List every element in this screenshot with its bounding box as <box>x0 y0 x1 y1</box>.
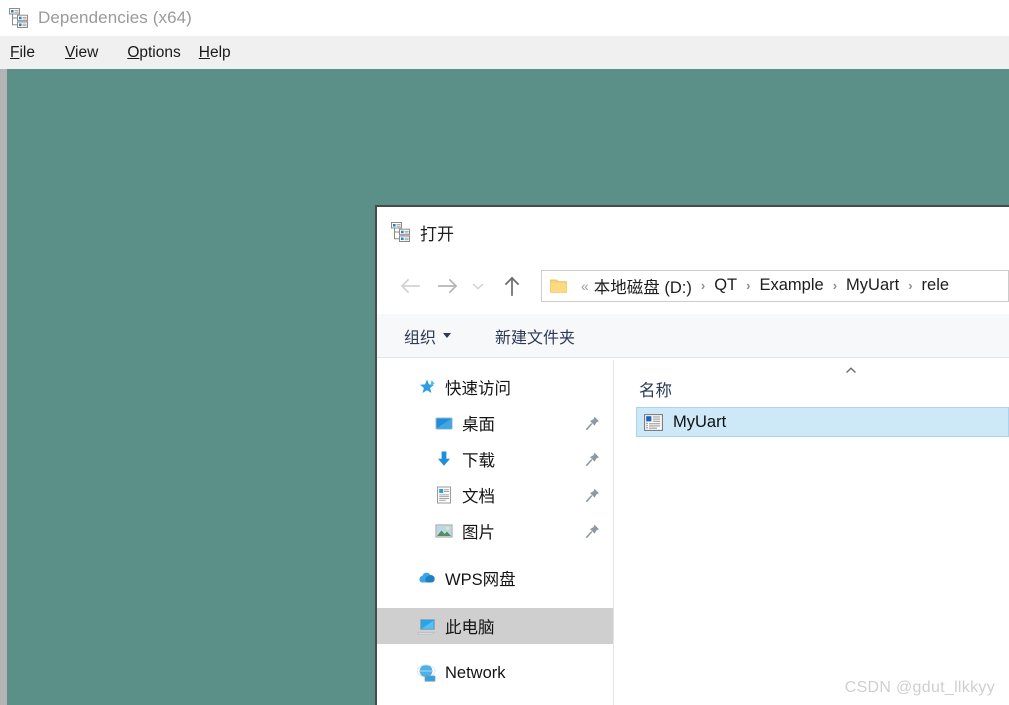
app-title: Dependencies (x64) <box>38 8 192 27</box>
breadcrumb-separator[interactable]: › <box>833 278 837 293</box>
folder-icon <box>550 278 567 293</box>
this-pc-icon <box>417 616 437 636</box>
column-header-row: 名称 <box>614 360 1009 407</box>
chevron-down-icon[interactable] <box>467 269 489 303</box>
sidebar-item-label: 文档 <box>462 488 495 506</box>
sidebar-item-label: 此电脑 <box>445 619 495 637</box>
sidebar-item-this-pc[interactable]: 此电脑 <box>377 608 613 644</box>
open-file-dialog: 打开 « 本地磁盘 (D:) › QT › Example › MyUart ›… <box>375 205 1009 705</box>
menu-file-rest: ile <box>19 43 35 61</box>
download-icon <box>434 449 454 469</box>
breadcrumb-separator[interactable]: › <box>746 278 750 293</box>
breadcrumb-item-4[interactable]: rele <box>922 276 950 295</box>
sidebar-item-label: 快速访问 <box>445 380 511 398</box>
dependencies-tree-icon <box>389 221 411 243</box>
pin-icon[interactable] <box>585 415 601 431</box>
address-bar[interactable]: « 本地磁盘 (D:) › QT › Example › MyUart › re… <box>541 269 1009 302</box>
breadcrumb-item-1[interactable]: QT <box>714 276 737 295</box>
menubar: File View Options Help <box>0 36 1009 69</box>
new-folder-button[interactable]: 新建文件夹 <box>495 324 575 348</box>
network-icon <box>417 663 437 683</box>
dialog-sidebar: 快速访问 桌面 下载 文档 图片 WPS网盘 此电脑 Network <box>377 360 614 705</box>
breadcrumb-item-2[interactable]: Example <box>759 276 823 295</box>
app-titlebar: Dependencies (x64) <box>0 0 1009 36</box>
dependencies-tree-icon <box>7 7 29 29</box>
sidebar-item-quick-access[interactable]: 快速访问 <box>377 369 613 405</box>
menu-options-mnemonic: O <box>127 43 140 61</box>
menu-item-view[interactable]: View <box>65 41 98 65</box>
sidebar-item-label: WPS网盘 <box>445 571 516 589</box>
main-window: Dependencies (x64) File View Options Hel… <box>0 0 1009 705</box>
sidebar-item-label: 桌面 <box>462 416 495 434</box>
pin-icon[interactable] <box>585 523 601 539</box>
file-list-item-label: MyUart <box>673 412 727 431</box>
menu-view-rest: iew <box>75 43 99 61</box>
sort-ascending-icon <box>844 362 858 374</box>
menu-options-rest: ptions <box>139 43 181 61</box>
arrow-left-icon[interactable] <box>393 269 427 303</box>
arrow-up-icon[interactable] <box>495 269 529 303</box>
breadcrumb-item-3[interactable]: MyUart <box>846 276 899 295</box>
file-list: MyUart <box>614 407 1009 437</box>
pin-star-icon <box>417 377 437 397</box>
dialog-title: 打开 <box>420 224 454 244</box>
menu-item-options[interactable]: Options <box>127 41 180 65</box>
application-window-icon <box>644 413 663 431</box>
caret-down-icon <box>443 333 452 338</box>
sidebar-item-label: 图片 <box>462 524 495 542</box>
organize-label: 组织 <box>404 329 437 347</box>
sidebar-item-documents[interactable]: 文档 <box>377 477 613 513</box>
desktop-icon <box>434 413 454 433</box>
sidebar-item-network[interactable]: Network <box>377 655 613 691</box>
sidebar-item-downloads[interactable]: 下载 <box>377 441 613 477</box>
breadcrumb-overflow[interactable]: « <box>581 278 589 294</box>
document-icon <box>434 485 454 505</box>
arrow-right-icon[interactable] <box>431 269 465 303</box>
dialog-command-bar: 组织 新建文件夹 <box>377 314 1009 358</box>
dialog-navigation-bar: « 本地磁盘 (D:) › QT › Example › MyUart › re… <box>377 257 1009 314</box>
cloud-icon <box>417 568 437 588</box>
new-folder-label: 新建文件夹 <box>495 329 576 347</box>
pin-icon[interactable] <box>585 451 601 467</box>
column-header-name[interactable]: 名称 <box>639 377 672 401</box>
organize-button[interactable]: 组织 <box>404 324 452 348</box>
pictures-icon <box>434 521 454 541</box>
file-list-pane: 名称 MyUart <box>614 360 1009 705</box>
sidebar-item-label: 下载 <box>462 452 495 470</box>
menu-item-file[interactable]: File <box>10 41 35 65</box>
pin-icon[interactable] <box>585 487 601 503</box>
sidebar-item-label: Network <box>445 663 506 682</box>
dialog-body: 快速访问 桌面 下载 文档 图片 WPS网盘 此电脑 Network 名称 My… <box>377 360 1009 705</box>
sidebar-item-pictures[interactable]: 图片 <box>377 513 613 549</box>
breadcrumb-item-0[interactable]: 本地磁盘 (D:) <box>594 274 692 298</box>
sidebar-item-desktop[interactable]: 桌面 <box>377 405 613 441</box>
menu-view-mnemonic: V <box>64 43 76 61</box>
menu-help-rest: elp <box>209 43 231 61</box>
sidebar-item-wps-cloud[interactable]: WPS网盘 <box>377 560 613 596</box>
breadcrumb-separator[interactable]: › <box>908 278 912 293</box>
menu-help-mnemonic: H <box>198 43 210 61</box>
file-list-item[interactable]: MyUart <box>636 407 1009 437</box>
breadcrumb-separator[interactable]: › <box>701 278 705 293</box>
dialog-titlebar: 打开 <box>377 207 1009 257</box>
watermark: CSDN @gdut_llkkyy <box>844 679 995 696</box>
menu-item-help[interactable]: Help <box>199 41 231 65</box>
